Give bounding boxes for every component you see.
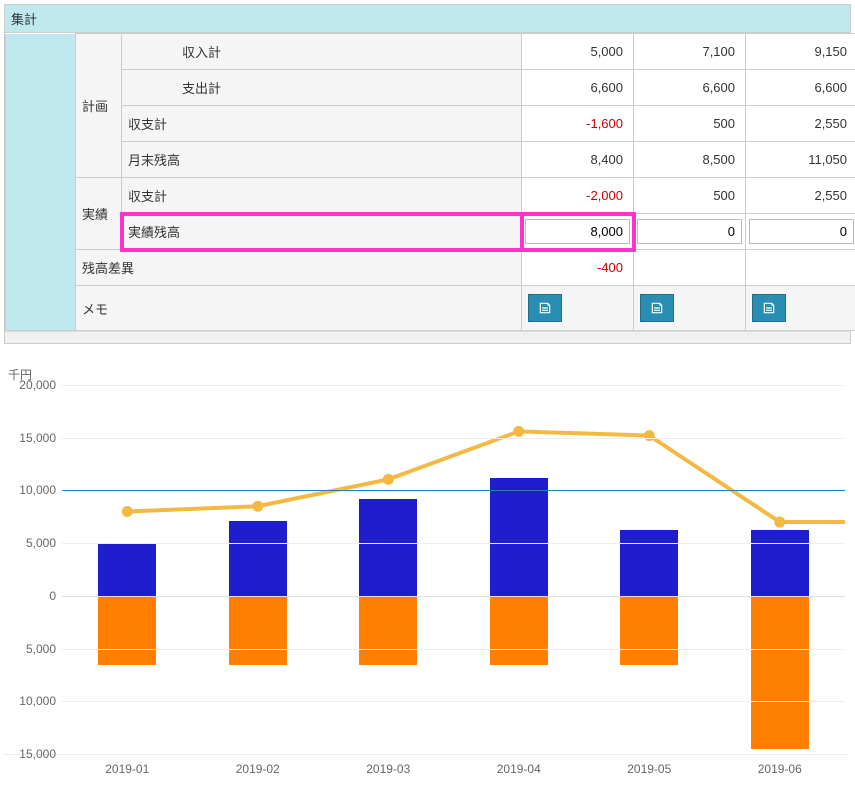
actual-balance-c1-cell: [522, 214, 634, 250]
diff-c1: -400: [522, 250, 634, 286]
diff-c3: [746, 250, 855, 286]
note-icon: [538, 301, 552, 315]
actual-balance-input-c3[interactable]: [749, 219, 854, 244]
y-tick-label: 15,000: [4, 747, 56, 761]
diff-c2: [634, 250, 746, 286]
group-actual: 実績: [76, 178, 122, 250]
balance-actual-c2: 500: [634, 178, 746, 214]
income-c3: 9,150: [746, 34, 855, 70]
row-actual-balance-label: 実績残高: [122, 214, 522, 250]
row-expense-label: 支出計: [122, 70, 522, 106]
x-tick-label: 2019-02: [193, 762, 323, 776]
actual-balance-c3-cell: [746, 214, 855, 250]
chart-section: 千円 2019-012019-022019-032019-042019-0520…: [4, 366, 851, 783]
x-tick-label: 2019-05: [584, 762, 714, 776]
chart-plot: 2019-012019-022019-032019-042019-052019-…: [4, 385, 849, 755]
row-end-balance-label: 月末残高: [122, 142, 522, 178]
summary-table: 計画 収入計 5,000 7,100 9,150 支出計 6,600 6,600…: [5, 33, 855, 331]
group-plan: 計画: [76, 34, 122, 178]
memo-button-c3[interactable]: [752, 294, 786, 322]
y-tick-label: 0: [4, 589, 56, 603]
income-c1: 5,000: [522, 34, 634, 70]
x-tick-label: 2019-01: [62, 762, 192, 776]
memo-button-c2[interactable]: [640, 294, 674, 322]
x-tick-label: 2019-03: [323, 762, 453, 776]
note-icon: [762, 301, 776, 315]
y-tick-label: 5,000: [4, 536, 56, 550]
end-balance-c3: 11,050: [746, 142, 855, 178]
end-balance-c2: 8,500: [634, 142, 746, 178]
expense-c3: 6,600: [746, 70, 855, 106]
y-tick-label: 10,000: [4, 694, 56, 708]
balance-actual-c1: -2,000: [522, 178, 634, 214]
actual-balance-c2-cell: [634, 214, 746, 250]
summary-section: 集計 計画 収入計 5,000 7,100 9,150 支出計 6,600 6,…: [4, 4, 851, 344]
note-icon: [650, 301, 664, 315]
row-balance-actual-label: 収支計: [122, 178, 522, 214]
actual-balance-input-c2[interactable]: [637, 219, 742, 244]
row-balance-plan-label: 収支計: [122, 106, 522, 142]
y-tick-label: 5,000: [4, 642, 56, 656]
expense-c1: 6,600: [522, 70, 634, 106]
chart-line-series: [62, 385, 845, 754]
x-tick-label: 2019-04: [454, 762, 584, 776]
row-memo-label: メモ: [76, 286, 522, 331]
end-balance-c1: 8,400: [522, 142, 634, 178]
summary-header: 集計: [5, 5, 850, 33]
balance-plan-c2: 500: [634, 106, 746, 142]
memo-button-c1[interactable]: [528, 294, 562, 322]
y-tick-label: 15,000: [4, 431, 56, 445]
expense-c2: 6,600: [634, 70, 746, 106]
balance-actual-c3: 2,550: [746, 178, 855, 214]
actual-balance-input-c1[interactable]: [525, 219, 630, 244]
balance-plan-c3: 2,550: [746, 106, 855, 142]
balance-plan-c1: -1,600: [522, 106, 634, 142]
y-tick-label: 10,000: [4, 483, 56, 497]
chart-horizontal-reference-line: [62, 490, 845, 491]
row-income-label: 収入計: [122, 34, 522, 70]
row-diff-label: 残高差異: [76, 250, 522, 286]
chart-unit-label: 千円: [8, 366, 851, 383]
x-tick-label: 2019-06: [715, 762, 845, 776]
income-c2: 7,100: [634, 34, 746, 70]
y-tick-label: 20,000: [4, 378, 56, 392]
horizontal-scrollbar[interactable]: [5, 331, 850, 343]
